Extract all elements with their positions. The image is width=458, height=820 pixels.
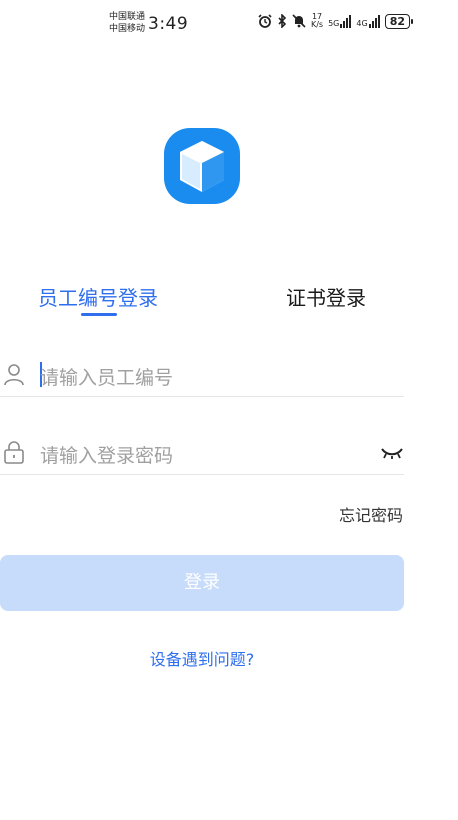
bluetooth-icon <box>278 14 287 28</box>
carrier-info: 中国联通 中国移动 <box>109 11 145 35</box>
signal-icon <box>340 14 352 28</box>
mute-icon <box>292 14 306 28</box>
carrier-2: 中国移动 <box>109 24 146 34</box>
lock-icon <box>4 441 24 464</box>
employee-number-field[interactable]: 请输入员工编号 <box>0 318 404 397</box>
user-icon <box>4 364 24 386</box>
login-button[interactable]: 登录 <box>0 555 404 611</box>
carrier-1: 中国联通 <box>109 12 146 22</box>
clock: 3:49 <box>148 14 189 34</box>
speed-unit: K/s <box>310 20 324 29</box>
network-type-2: 4G <box>356 18 368 28</box>
tab-certificate-login[interactable]: 证书登录 <box>286 282 366 311</box>
status-bar: 中国联通 中国移动 3:49 17 K/s 5G 4G 82 <box>0 0 458 46</box>
signal-1: 5G <box>328 14 352 28</box>
alarm-icon <box>258 14 272 28</box>
network-type-1: 5G <box>328 18 340 28</box>
signal-2: 4G <box>356 14 380 28</box>
tab-employee-login[interactable]: 员工编号登录 <box>38 282 158 311</box>
password-field[interactable]: 请输入登录密码 <box>0 396 404 475</box>
battery-icon: 82 <box>384 13 414 29</box>
eye-closed-icon[interactable] <box>380 446 404 460</box>
forgot-password-link[interactable]: 忘记密码 <box>339 502 403 526</box>
device-problem-link[interactable]: 设备遇到问题? <box>0 646 404 670</box>
active-tab-indicator <box>81 313 117 316</box>
app-logo <box>164 128 240 204</box>
speed-indicator: 17 K/s <box>311 13 323 29</box>
signal-icon <box>368 14 380 28</box>
password-placeholder: 请输入登录密码 <box>40 445 174 467</box>
employee-number-placeholder: 请输入员工编号 <box>40 367 174 389</box>
status-icons: 17 K/s 5G 4G 82 <box>258 13 414 29</box>
